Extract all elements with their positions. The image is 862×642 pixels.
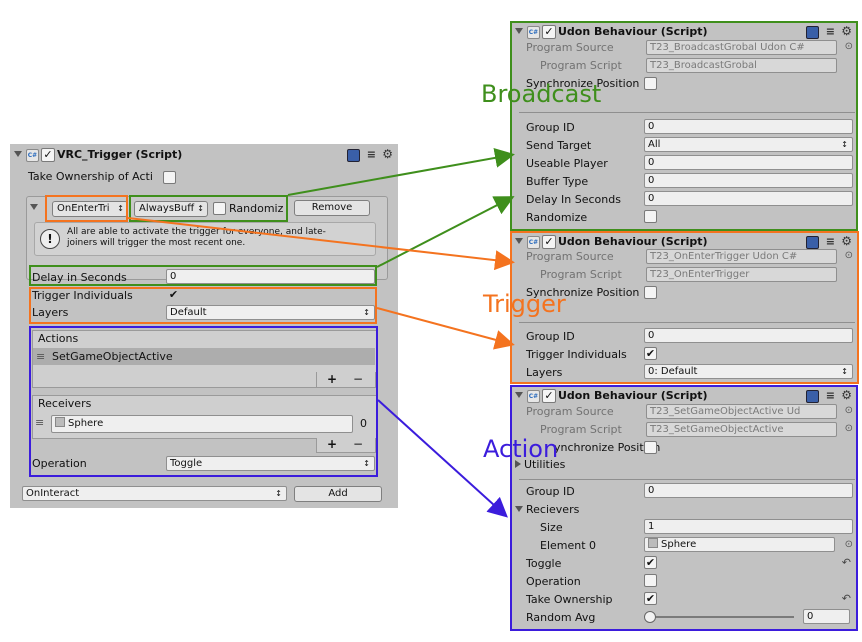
broadcast-arrow-2 [376, 196, 515, 268]
trigger-annotation: Trigger [483, 290, 566, 318]
broadcast-annotation: Broadcast [481, 80, 602, 108]
action-annotation: Action [483, 435, 559, 463]
broadcast-arrow-1 [287, 147, 515, 196]
trigger-arrow-1 [127, 217, 515, 271]
connector-arrows [127, 147, 515, 518]
